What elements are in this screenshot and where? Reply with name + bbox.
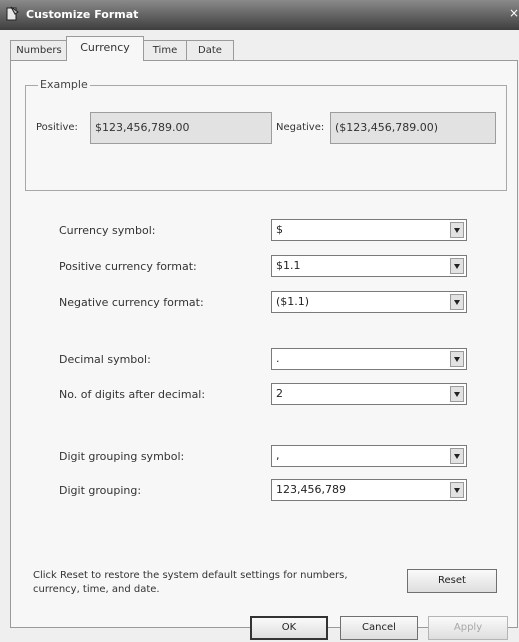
- decimal-symbol-label: Decimal symbol:: [59, 353, 151, 366]
- currency-panel: Example Positive: $123,456,789.00 Negati…: [10, 60, 518, 628]
- decimal-symbol-value: .: [276, 352, 280, 365]
- chevron-down-icon[interactable]: [450, 448, 464, 464]
- digit-grouping-symbol-value: ,: [276, 449, 280, 462]
- tab-currency[interactable]: Currency: [66, 36, 144, 61]
- window-title: Customize Format: [26, 8, 139, 21]
- tab-date[interactable]: Date: [186, 40, 234, 60]
- reset-description: Click Reset to restore the system defaul…: [33, 570, 348, 595]
- positive-example-label: Positive:: [36, 122, 78, 133]
- tab-numbers[interactable]: Numbers: [10, 40, 68, 60]
- currency-symbol-select[interactable]: $: [271, 219, 467, 241]
- digit-grouping-symbol-label: Digit grouping symbol:: [59, 450, 185, 463]
- digits-after-decimal-select[interactable]: 2: [271, 383, 467, 405]
- digit-grouping-value: 123,456,789: [276, 483, 346, 496]
- example-group-title: Example: [38, 78, 90, 91]
- negative-currency-format-label: Negative currency format:: [59, 296, 204, 309]
- dialog-body: Numbers Currency Time Date Example Posit…: [0, 30, 519, 642]
- digit-grouping-label: Digit grouping:: [59, 484, 142, 497]
- currency-symbol-value: $: [276, 223, 283, 236]
- decimal-symbol-select[interactable]: .: [271, 348, 467, 370]
- chevron-down-icon[interactable]: [450, 482, 464, 498]
- negative-currency-format-value: ($1.1): [276, 295, 310, 308]
- example-group: Example Positive: $123,456,789.00 Negati…: [25, 78, 507, 191]
- digits-after-decimal-label: No. of digits after decimal:: [59, 388, 206, 401]
- currency-symbol-label: Currency symbol:: [59, 224, 156, 237]
- negative-currency-format-select[interactable]: ($1.1): [271, 291, 467, 313]
- chevron-down-icon[interactable]: [450, 222, 464, 238]
- digit-grouping-symbol-select[interactable]: ,: [271, 445, 467, 467]
- chevron-down-icon[interactable]: [450, 386, 464, 402]
- tab-time[interactable]: Time: [142, 40, 188, 60]
- positive-currency-format-value: $1.1: [276, 259, 301, 272]
- cancel-button[interactable]: Cancel: [340, 616, 418, 640]
- chevron-down-icon[interactable]: [450, 258, 464, 274]
- negative-example-label: Negative:: [276, 122, 325, 133]
- negative-example-field: ($123,456,789.00): [330, 112, 496, 144]
- close-icon[interactable]: ×: [509, 6, 519, 22]
- positive-example-field: $123,456,789.00: [90, 112, 272, 144]
- title-bar: Customize Format ×: [0, 0, 519, 30]
- app-icon: [6, 6, 19, 21]
- positive-currency-format-label: Positive currency format:: [59, 260, 197, 273]
- digit-grouping-select[interactable]: 123,456,789: [271, 479, 467, 501]
- chevron-down-icon[interactable]: [450, 294, 464, 310]
- reset-button[interactable]: Reset: [407, 569, 497, 593]
- ok-button[interactable]: OK: [250, 616, 328, 640]
- digits-after-decimal-value: 2: [276, 387, 283, 400]
- apply-button[interactable]: Apply: [428, 616, 508, 640]
- chevron-down-icon[interactable]: [450, 351, 464, 367]
- positive-currency-format-select[interactable]: $1.1: [271, 255, 467, 277]
